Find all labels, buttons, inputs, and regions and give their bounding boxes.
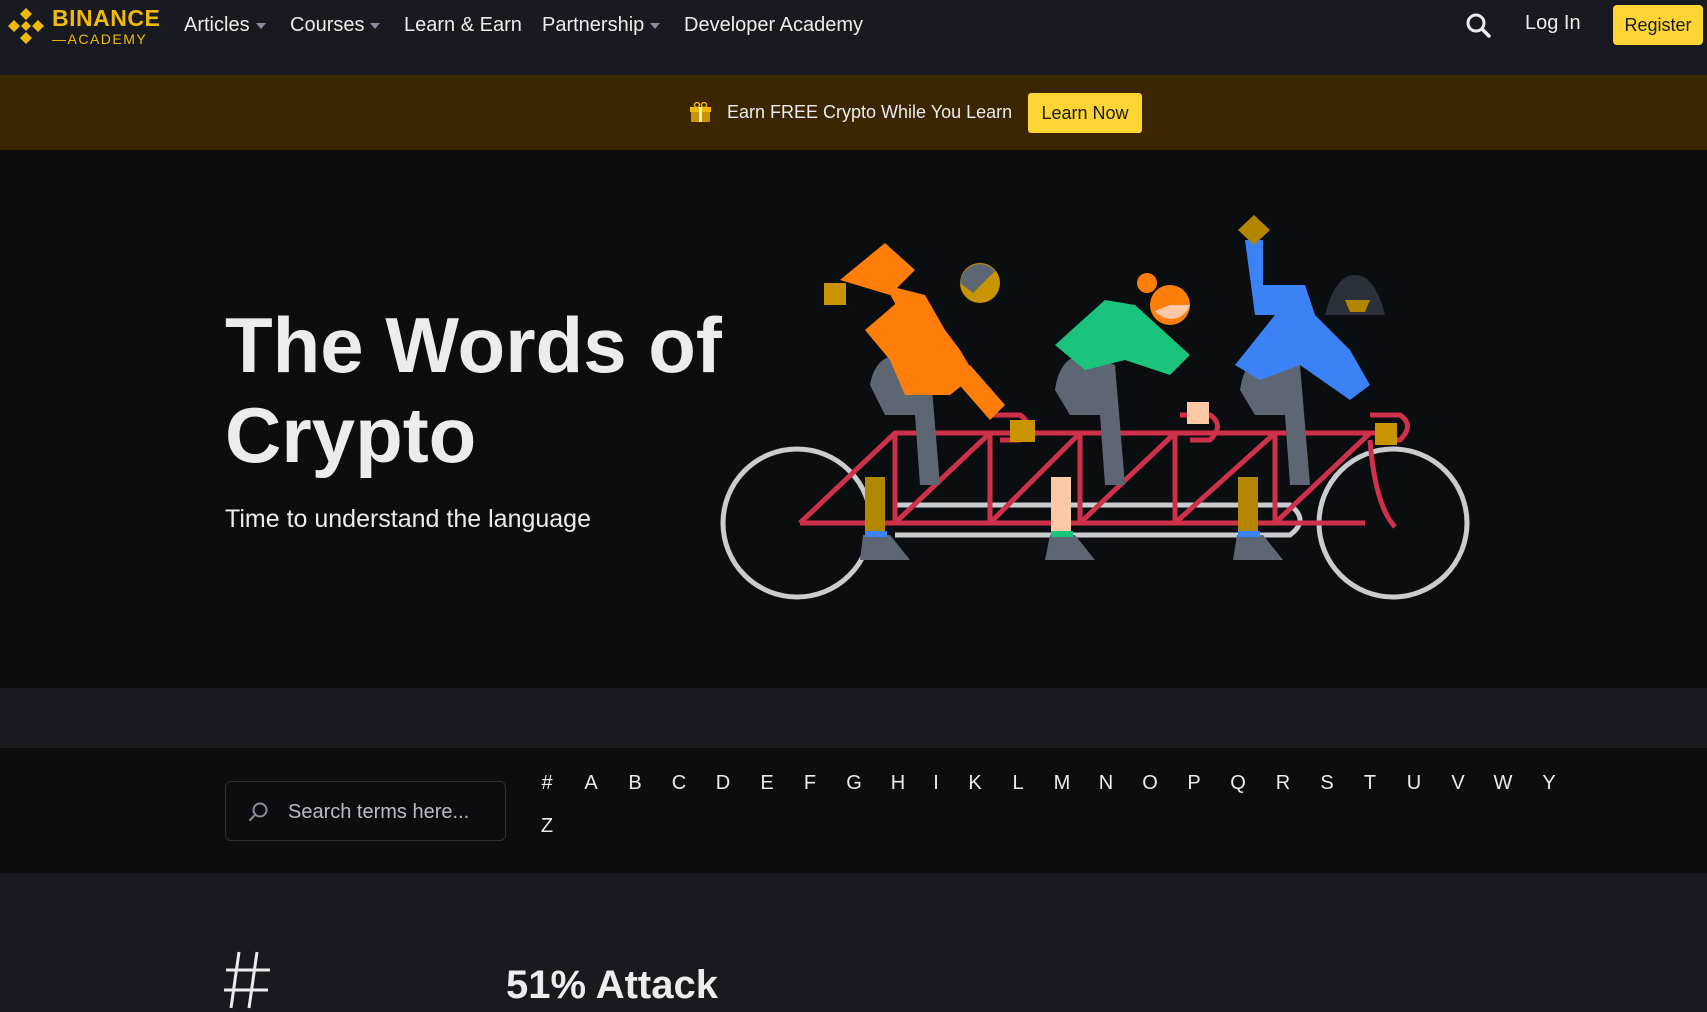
letter-link[interactable]: T <box>1358 772 1382 795</box>
nav-courses[interactable]: Courses <box>290 12 381 38</box>
letter-link[interactable]: O <box>1138 772 1162 795</box>
letter-link[interactable]: V <box>1446 772 1470 795</box>
top-navbar: BINANCE —ACADEMY Articles Courses Learn … <box>0 0 1707 75</box>
letter-link[interactable]: # <box>535 772 559 795</box>
letter-link[interactable]: C <box>667 772 691 795</box>
letter-link[interactable]: K <box>963 772 987 795</box>
hero-subtitle: Time to understand the language <box>225 505 591 533</box>
chevron-down-icon <box>650 23 661 29</box>
logo-sub-text: —ACADEMY <box>52 30 148 47</box>
letter-link[interactable]: H <box>886 772 910 795</box>
letter-link[interactable]: D <box>711 772 735 795</box>
letter-link[interactable]: S <box>1315 772 1339 795</box>
letter-link[interactable]: Z <box>535 815 559 838</box>
search-input[interactable] <box>286 796 496 828</box>
letter-link[interactable]: F <box>798 772 822 795</box>
learn-now-button[interactable]: Learn Now <box>1028 93 1142 133</box>
letter-link[interactable]: B <box>623 772 647 795</box>
nav-articles[interactable]: Articles <box>184 12 266 38</box>
letter-link[interactable]: P <box>1182 772 1206 795</box>
letter-link[interactable]: A <box>579 772 603 795</box>
hero-title: The Words of Crypto <box>225 301 722 479</box>
letter-link[interactable]: I <box>924 772 948 795</box>
login-link[interactable]: Log In <box>1525 12 1581 35</box>
promo-text: Earn FREE Crypto While You Learn <box>727 102 1013 122</box>
logo-brand-text: BINANCE <box>52 4 161 31</box>
binance-diamond-icon <box>8 8 44 44</box>
letter-link[interactable]: R <box>1271 772 1295 795</box>
search-icon[interactable] <box>1464 11 1492 39</box>
letter-link[interactable]: E <box>755 772 779 795</box>
svg-text:#: # <box>222 948 223 949</box>
letter-link[interactable]: N <box>1094 772 1118 795</box>
term-title[interactable]: 51% Attack <box>506 963 718 1008</box>
nav-partnership[interactable]: Partnership <box>542 12 661 38</box>
glossary-search[interactable] <box>225 781 506 841</box>
binance-academy-logo[interactable]: BINANCE —ACADEMY <box>4 4 166 48</box>
nav-developer-academy[interactable]: Developer Academy <box>684 12 863 38</box>
gift-icon <box>690 102 711 122</box>
search-icon <box>249 802 268 821</box>
letter-link[interactable]: L <box>1006 772 1030 795</box>
letter-link[interactable]: U <box>1402 772 1426 795</box>
section-divider <box>0 688 1707 748</box>
letter-link[interactable]: W <box>1491 772 1515 795</box>
chevron-down-icon <box>370 23 381 29</box>
letter-link[interactable]: Q <box>1226 772 1250 795</box>
register-button[interactable]: Register <box>1613 5 1703 45</box>
chevron-down-icon <box>255 23 266 29</box>
letter-link[interactable]: G <box>842 772 866 795</box>
section-heading-symbol: # <box>222 948 270 1009</box>
tandem-bicycle-illustration <box>720 215 1470 600</box>
letter-link[interactable]: M <box>1050 772 1074 795</box>
letter-link[interactable]: Y <box>1537 772 1561 795</box>
nav-learn-earn[interactable]: Learn & Earn <box>404 12 522 38</box>
